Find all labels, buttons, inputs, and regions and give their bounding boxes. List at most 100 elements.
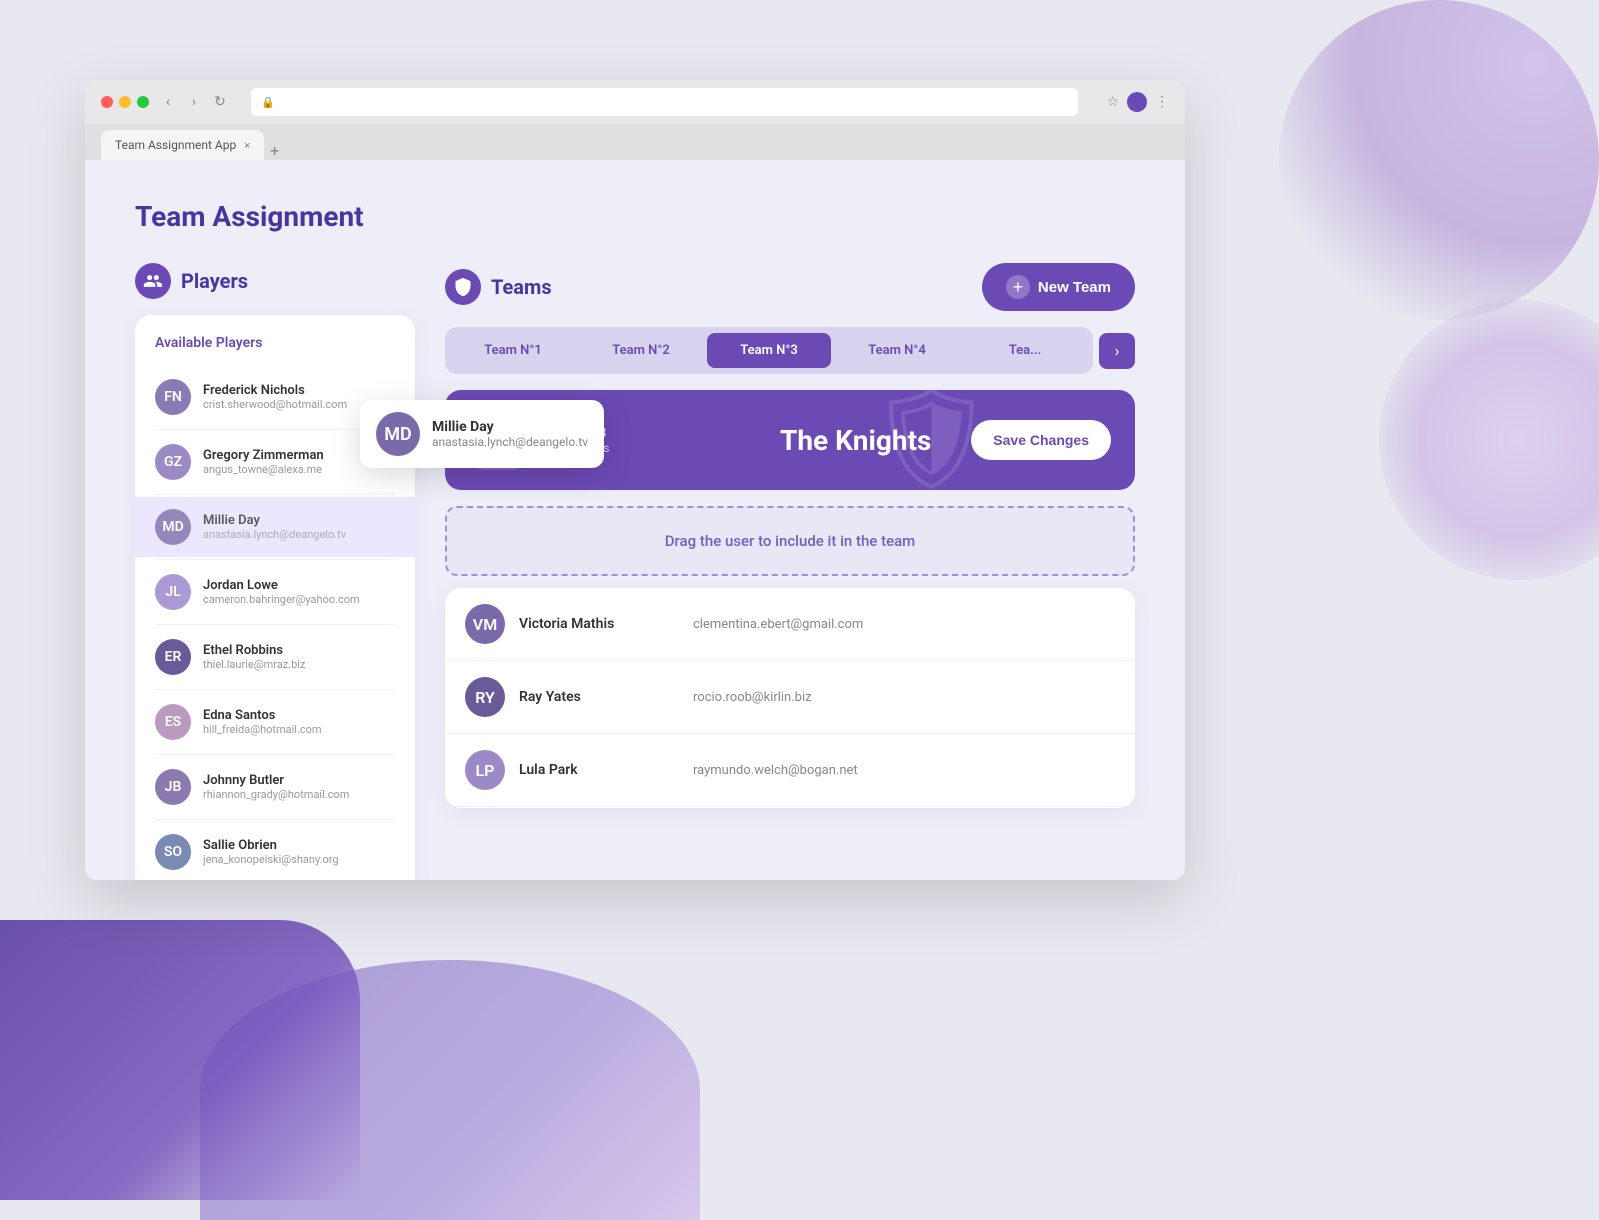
drop-zone[interactable]: Drag the user to include it in the team xyxy=(445,506,1135,576)
tab-scroll-right-button[interactable]: › xyxy=(1099,333,1135,369)
player-item[interactable]: ES Edna Santos hill_freida@hotmail.com xyxy=(135,692,415,752)
page-title: Team Assignment xyxy=(135,200,1135,233)
player-avatar: JL xyxy=(155,574,191,610)
member-email: clementina.ebert@gmail.com xyxy=(693,617,863,632)
back-button[interactable]: ‹ xyxy=(157,91,179,113)
player-avatar: ES xyxy=(155,704,191,740)
player-name: Gregory Zimmerman xyxy=(203,448,395,463)
team-tab[interactable]: Team N°4 xyxy=(835,333,959,368)
player-info: Jordan Lowe cameron.bahringer@yahoo.com xyxy=(203,578,395,606)
lock-icon: 🔒 xyxy=(261,96,275,109)
team-edit-badge[interactable]: ✎ xyxy=(515,406,533,424)
player-name: Frederick Nichols xyxy=(203,383,395,398)
player-email: crist.sherwood@hotmail.com xyxy=(203,398,395,411)
teams-panel-header: Teams xyxy=(445,269,552,305)
player-email: anastasia.lynch@deangelo.tv xyxy=(203,528,395,541)
browser-actions: ☆ ⋮ xyxy=(1106,92,1169,112)
team-tab[interactable]: Team N°2 xyxy=(579,333,703,368)
member-email: raymundo.welch@bogan.net xyxy=(693,763,858,778)
traffic-lights xyxy=(101,96,149,108)
browser-window: ‹ › ↻ 🔒 ☆ ⋮ Team Assignment App × + Team… xyxy=(85,80,1185,880)
team-members-list: VM Victoria Mathis clementina.ebert@gmai… xyxy=(445,588,1135,808)
teams-panel: Teams + New Team Team N°1Team N°2Team N°… xyxy=(445,263,1135,808)
divider xyxy=(155,754,395,755)
team-info: Team N°3 5 members xyxy=(549,426,740,455)
active-team-card: 🛡 ✎ Team N°3 xyxy=(445,390,1135,490)
minimize-window-button[interactable] xyxy=(119,96,131,108)
team-tab[interactable]: Tea... xyxy=(963,333,1087,368)
member-row: HI Hettie Ingram terrell.bogan@price.ca xyxy=(445,807,1135,808)
close-window-button[interactable] xyxy=(101,96,113,108)
player-avatar: FN xyxy=(155,379,191,415)
player-item[interactable]: GZ Gregory Zimmerman angus_towne@alexa.m… xyxy=(135,432,415,492)
player-avatar: SO xyxy=(155,834,191,870)
browser-tab[interactable]: Team Assignment App × xyxy=(101,130,264,160)
player-item[interactable]: SO Sallie Obrien jena_konopelski@shany.o… xyxy=(135,822,415,880)
players-card: Available Players FN Frederick Nichols c… xyxy=(135,315,415,880)
player-item[interactable]: MD Millie Day anastasia.lynch@deangelo.t… xyxy=(135,497,415,557)
add-tab-icon[interactable]: + xyxy=(270,141,279,160)
team-icon xyxy=(483,421,515,460)
browser-addressbar[interactable]: 🔒 xyxy=(251,88,1078,116)
reload-button[interactable]: ↻ xyxy=(209,91,231,113)
player-item[interactable]: JL Jordan Lowe cameron.bahringer@yahoo.c… xyxy=(135,562,415,622)
player-email: hill_freida@hotmail.com xyxy=(203,723,395,736)
player-item[interactable]: ER Ethel Robbins thiel.laurie@mraz.biz xyxy=(135,627,415,687)
team-tab[interactable]: Team N°1 xyxy=(451,333,575,368)
player-email: rhiannon_grady@hotmail.com xyxy=(203,788,395,801)
divider xyxy=(155,819,395,820)
team-number: Team N°3 xyxy=(549,426,740,441)
player-name: Johnny Butler xyxy=(203,773,395,788)
divider xyxy=(155,689,395,690)
member-avatar: VM xyxy=(465,604,505,644)
team-tabs: Team N°1Team N°2Team N°3Team N°4Tea... xyxy=(445,327,1093,374)
player-info: Frederick Nichols crist.sherwood@hotmail… xyxy=(203,383,395,411)
member-email: rocio.roob@kirlin.biz xyxy=(693,690,812,705)
player-email: jena_konopelski@shany.org xyxy=(203,853,395,866)
divider xyxy=(155,624,395,625)
player-name: Millie Day xyxy=(203,513,395,528)
player-avatar: JB xyxy=(155,769,191,805)
players-title: Players xyxy=(181,269,248,293)
member-name: Lula Park xyxy=(519,762,679,778)
member-avatar: RY xyxy=(465,677,505,717)
player-item[interactable]: JB Johnny Butler rhiannon_grady@hotmail.… xyxy=(135,757,415,817)
player-name: Ethel Robbins xyxy=(203,643,395,658)
player-email: thiel.laurie@mraz.biz xyxy=(203,658,395,671)
player-info: Edna Santos hill_freida@hotmail.com xyxy=(203,708,395,736)
player-name: Jordan Lowe xyxy=(203,578,395,593)
bg-decoration-bottom-center xyxy=(200,960,700,1220)
browser-nav: ‹ › ↻ xyxy=(157,91,231,113)
browser-titlebar: ‹ › ↻ 🔒 ☆ ⋮ xyxy=(85,80,1185,124)
save-changes-button[interactable]: Save Changes xyxy=(971,420,1111,460)
players-icon xyxy=(135,263,171,299)
teams-icon xyxy=(445,269,481,305)
user-avatar[interactable] xyxy=(1127,92,1147,112)
players-panel-header: Players xyxy=(135,263,415,299)
teams-title: Teams xyxy=(491,275,552,299)
new-team-button[interactable]: + New Team xyxy=(982,263,1135,311)
divider xyxy=(155,494,395,495)
player-email: cameron.bahringer@yahoo.com xyxy=(203,593,395,606)
team-tab[interactable]: Team N°3 xyxy=(707,333,831,368)
divider xyxy=(155,559,395,560)
bg-decoration-right-mid xyxy=(1379,300,1599,580)
tabs-container: Team N°1Team N°2Team N°3Team N°4Tea... › xyxy=(445,327,1135,374)
player-name: Sallie Obrien xyxy=(203,838,395,853)
member-avatar: LP xyxy=(465,750,505,790)
available-players-header: Available Players xyxy=(135,335,415,367)
teams-top-bar: Teams + New Team xyxy=(445,263,1135,311)
bookmark-icon[interactable]: ☆ xyxy=(1106,94,1119,110)
player-info: Johnny Butler rhiannon_grady@hotmail.com xyxy=(203,773,395,801)
forward-button[interactable]: › xyxy=(183,91,205,113)
bg-decoration-top-right xyxy=(1279,0,1599,320)
new-team-label: New Team xyxy=(1038,279,1111,296)
player-item[interactable]: FN Frederick Nichols crist.sherwood@hotm… xyxy=(135,367,415,427)
player-avatar: ER xyxy=(155,639,191,675)
main-layout: Players Available Players FN Frederick N… xyxy=(135,263,1135,880)
maximize-window-button[interactable] xyxy=(137,96,149,108)
plus-icon: + xyxy=(1006,275,1030,299)
close-tab-icon[interactable]: × xyxy=(244,139,250,152)
player-name: Edna Santos xyxy=(203,708,395,723)
menu-icon[interactable]: ⋮ xyxy=(1155,94,1169,110)
